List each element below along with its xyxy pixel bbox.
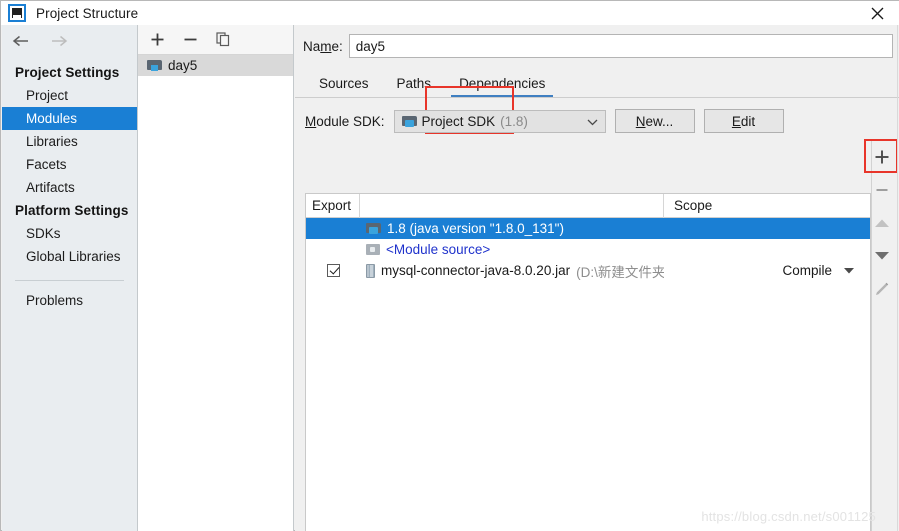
table-row[interactable]: <Module source> bbox=[306, 239, 870, 260]
close-window-button[interactable] bbox=[854, 1, 899, 25]
settings-sidebar: Project Settings Project Modules Librari… bbox=[2, 25, 138, 531]
row-name-label: 1.8 (java version "1.8.0_131") bbox=[387, 221, 564, 236]
module-sdk-value: Project SDK bbox=[421, 113, 496, 129]
tabs-bottom-border bbox=[295, 97, 899, 98]
jdk-folder-icon bbox=[401, 115, 417, 128]
close-icon bbox=[871, 7, 883, 19]
minus-icon bbox=[876, 188, 887, 191]
sidebar-item-global-libraries[interactable]: Global Libraries bbox=[2, 245, 137, 268]
arrow-left-icon[interactable] bbox=[12, 34, 31, 48]
sidebar-item-project[interactable]: Project bbox=[2, 84, 137, 107]
arrow-right-icon[interactable] bbox=[49, 34, 68, 48]
tab-sources[interactable]: Sources bbox=[305, 72, 383, 98]
plus-icon bbox=[875, 150, 888, 163]
move-up-button[interactable] bbox=[865, 206, 898, 239]
module-list-item-day5[interactable]: day5 bbox=[138, 55, 293, 76]
edit-dependency-button[interactable] bbox=[865, 272, 898, 305]
module-editor-panel: Name: Sources Paths Dependencies Module … bbox=[295, 25, 899, 531]
row-name-cell: mysql-connector-java-8.0.20.jar (D:\新建文件… bbox=[360, 261, 664, 281]
sidebar-divider bbox=[15, 280, 124, 281]
column-header-export[interactable]: Export bbox=[306, 193, 360, 218]
column-header-name[interactable] bbox=[360, 193, 664, 218]
row-scope-label: Compile bbox=[782, 263, 832, 278]
module-sdk-version: (1.8) bbox=[500, 113, 528, 129]
dependencies-table-header: Export Scope bbox=[306, 193, 870, 218]
copy-module-button[interactable] bbox=[215, 31, 232, 48]
jar-file-icon bbox=[366, 263, 375, 278]
chevron-down-icon bbox=[844, 268, 854, 274]
add-dependency-button[interactable] bbox=[865, 140, 898, 173]
module-name-row: Name: bbox=[295, 25, 899, 58]
edit-sdk-button[interactable]: Edit bbox=[703, 109, 784, 133]
export-checkbox[interactable] bbox=[326, 264, 340, 277]
remove-module-button[interactable] bbox=[182, 31, 199, 48]
right-edge-divider bbox=[897, 25, 898, 531]
sidebar-item-libraries[interactable]: Libraries bbox=[2, 130, 137, 153]
module-tabs: Sources Paths Dependencies bbox=[295, 69, 899, 98]
sidebar-group-project-settings: Project Settings bbox=[15, 65, 120, 80]
sidebar-item-facets[interactable]: Facets bbox=[2, 153, 137, 176]
pencil-icon bbox=[875, 282, 888, 295]
sidebar-item-modules[interactable]: Modules bbox=[2, 107, 137, 130]
row-path-label: (D:\新建文件夹 (3)) bbox=[576, 264, 664, 280]
new-sdk-button[interactable]: New... bbox=[614, 109, 695, 133]
dependencies-table: Export Scope 1.8 (java version "1.8.0_13… bbox=[305, 193, 871, 531]
sidebar-item-problems[interactable]: Problems bbox=[2, 289, 137, 312]
module-sdk-label: Module SDK: bbox=[305, 113, 385, 129]
module-sdk-row: Module SDK: Project SDK (1.8) New... Edi… bbox=[295, 98, 899, 133]
module-list-item-label: day5 bbox=[168, 58, 198, 73]
copy-icon bbox=[216, 32, 230, 47]
project-structure-dialog: Project Structure Project Settings Proje… bbox=[0, 0, 899, 531]
row-name-label: <Module source> bbox=[386, 242, 491, 257]
module-sdk-combobox[interactable]: Project SDK (1.8) bbox=[393, 109, 606, 133]
sidebar-item-sdks[interactable]: SDKs bbox=[2, 222, 137, 245]
tab-paths[interactable]: Paths bbox=[383, 72, 446, 98]
module-folder-icon bbox=[147, 59, 162, 72]
column-header-scope[interactable]: Scope bbox=[664, 194, 870, 218]
intellij-idea-logo-icon bbox=[8, 4, 26, 22]
modules-toolbar bbox=[138, 25, 293, 55]
triangle-up-icon bbox=[874, 219, 889, 227]
chevron-down-icon bbox=[587, 119, 598, 126]
navigation-arrows bbox=[2, 25, 137, 56]
plus-icon bbox=[151, 33, 164, 46]
module-name-input[interactable] bbox=[348, 34, 893, 58]
add-module-button[interactable] bbox=[149, 31, 166, 48]
row-name-cell: <Module source> bbox=[360, 242, 664, 257]
dependencies-side-toolbar bbox=[865, 140, 898, 305]
row-scope-cell[interactable]: Compile bbox=[664, 263, 870, 278]
sidebar-list: Project Settings Project Modules Librari… bbox=[2, 56, 137, 312]
module-source-icon bbox=[366, 243, 380, 256]
remove-dependency-button[interactable] bbox=[865, 173, 898, 206]
window-title: Project Structure bbox=[36, 5, 139, 21]
modules-pane: day5 bbox=[138, 25, 294, 531]
row-name-cell: 1.8 (java version "1.8.0_131") bbox=[360, 221, 664, 236]
minus-icon bbox=[184, 38, 197, 41]
sidebar-group-platform-settings: Platform Settings bbox=[15, 203, 129, 218]
table-row[interactable]: 1.8 (java version "1.8.0_131") bbox=[306, 218, 870, 239]
module-name-label: Name: bbox=[303, 38, 343, 54]
row-export-cell[interactable] bbox=[306, 264, 360, 277]
jdk-folder-icon bbox=[366, 222, 381, 235]
title-bar: Project Structure bbox=[1, 1, 899, 25]
triangle-down-icon bbox=[874, 251, 889, 259]
tab-dependencies[interactable]: Dependencies bbox=[445, 72, 559, 98]
row-name-label: mysql-connector-java-8.0.20.jar bbox=[381, 263, 571, 278]
watermark: https://blog.csdn.net/s001125 bbox=[701, 509, 876, 524]
sidebar-item-artifacts[interactable]: Artifacts bbox=[2, 176, 137, 199]
move-down-button[interactable] bbox=[865, 239, 898, 272]
table-row[interactable]: mysql-connector-java-8.0.20.jar (D:\新建文件… bbox=[306, 260, 870, 281]
